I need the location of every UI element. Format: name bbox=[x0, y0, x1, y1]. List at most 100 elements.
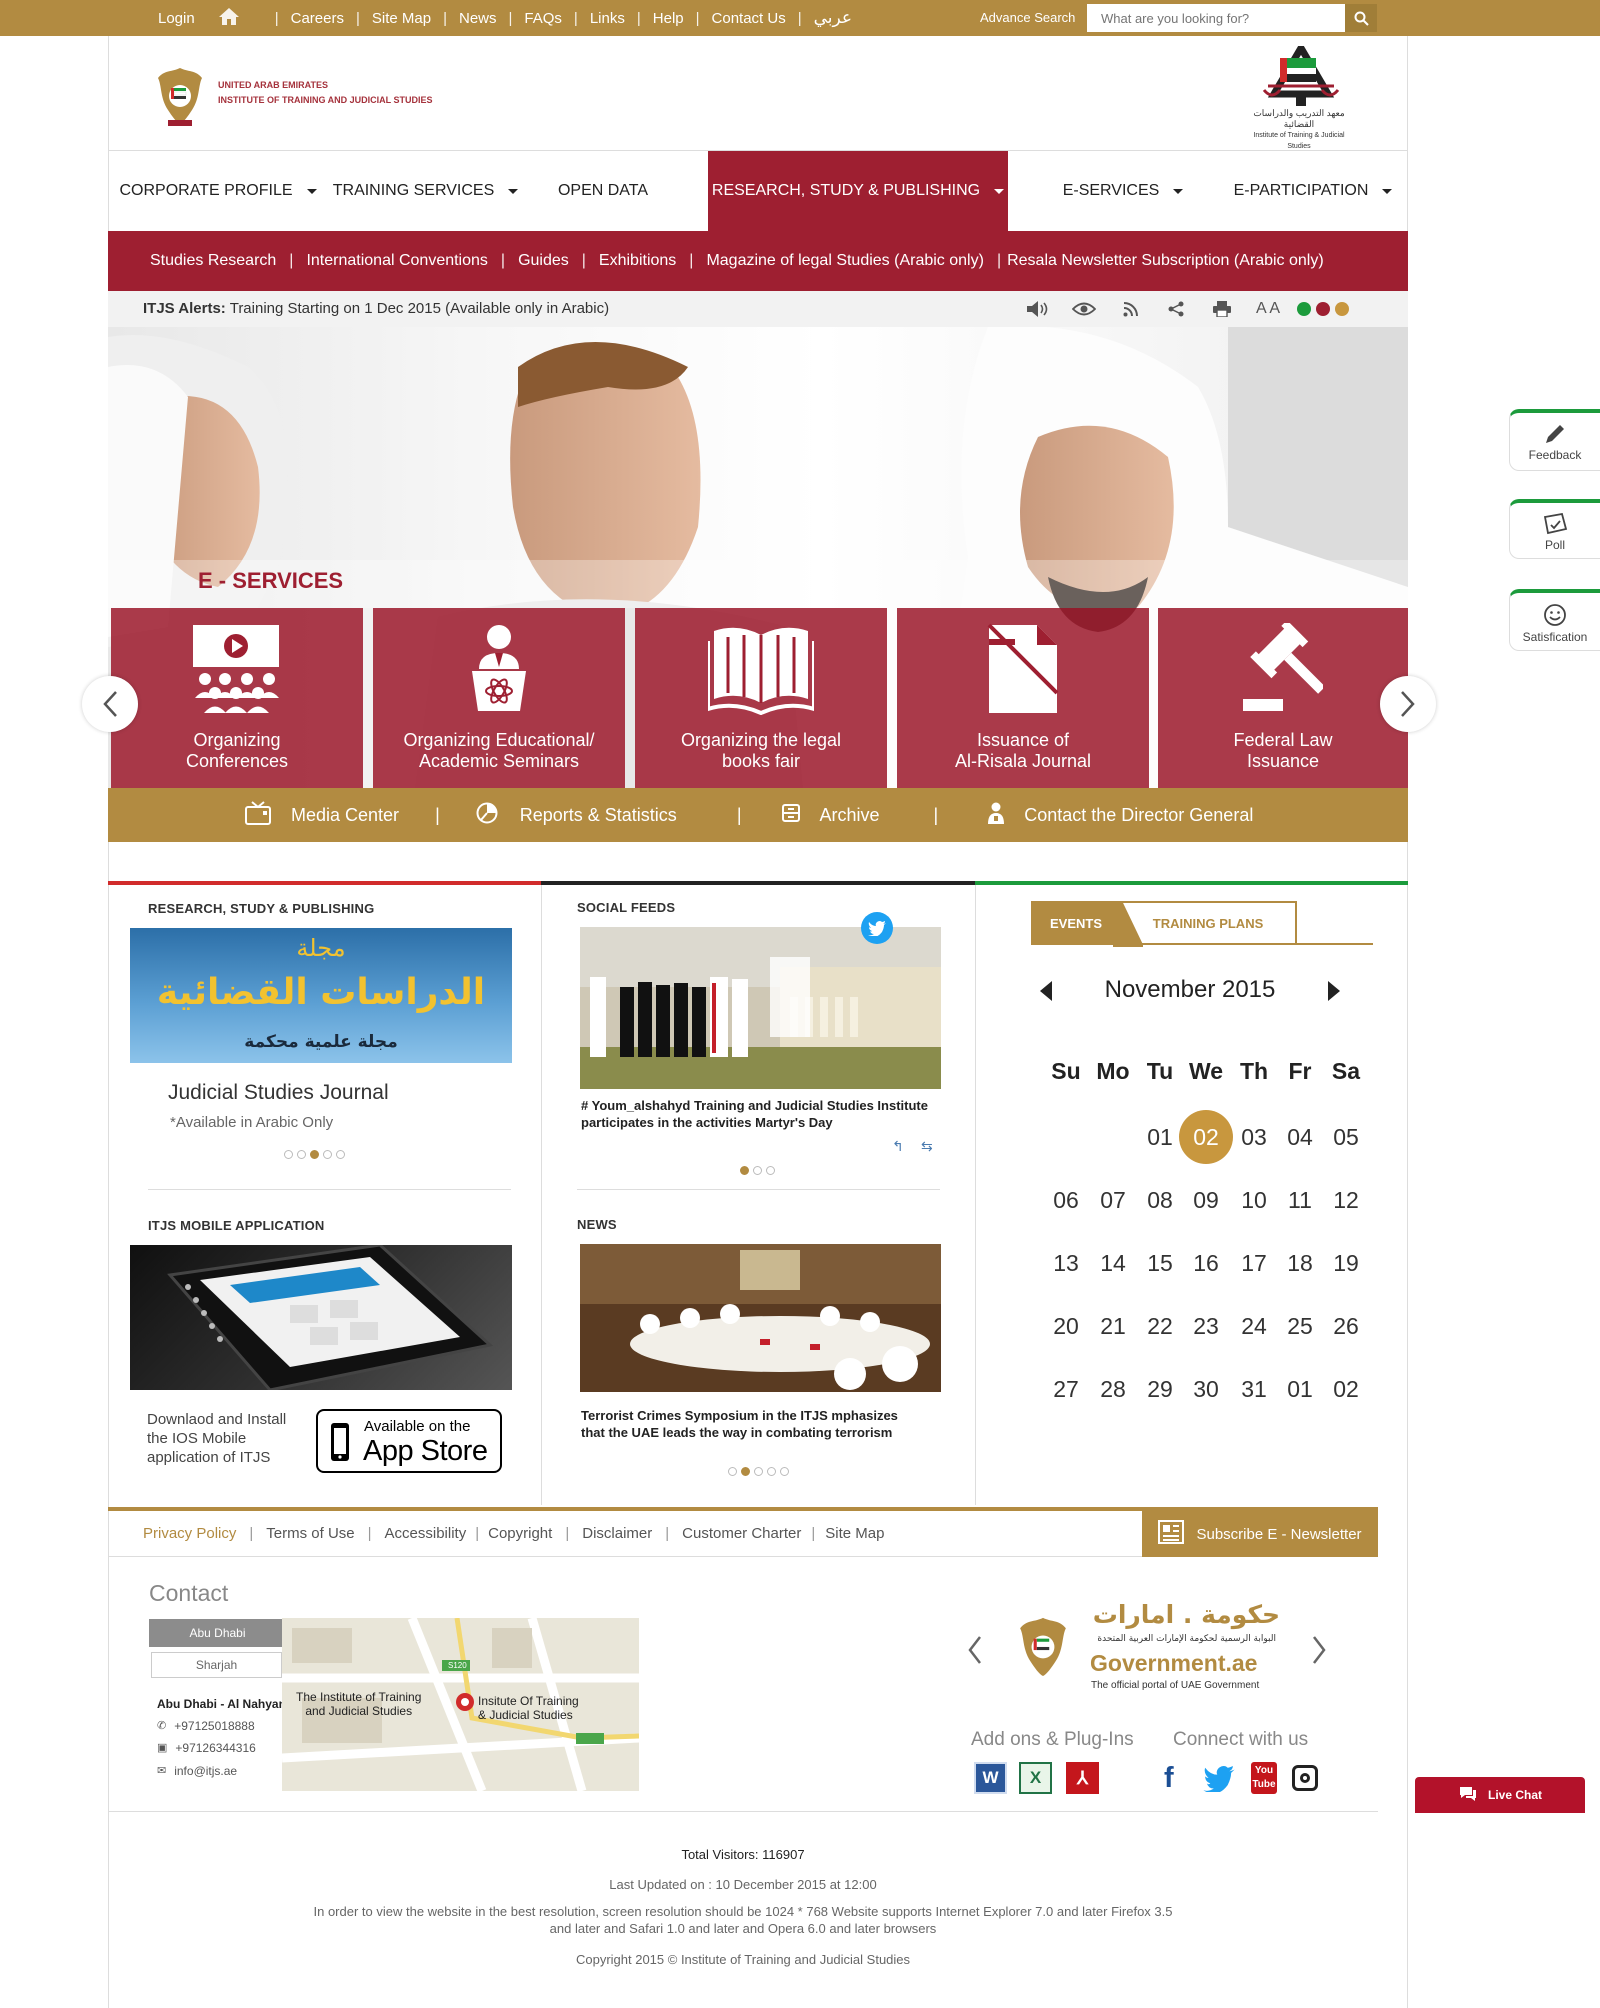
satisfaction-widget[interactable]: Satisfication bbox=[1509, 589, 1600, 651]
chevron-right-icon[interactable] bbox=[1380, 676, 1436, 732]
word-icon[interactable]: W bbox=[974, 1762, 1007, 1794]
pager-dot[interactable] bbox=[780, 1467, 789, 1476]
twitter-icon[interactable] bbox=[861, 912, 893, 944]
calendar-day[interactable]: 03 bbox=[1230, 1120, 1278, 1154]
tab-events[interactable]: EVENTS bbox=[1031, 901, 1121, 945]
subnav-exhibitions[interactable]: Exhibitions bbox=[599, 252, 676, 270]
archive-link[interactable]: Archive bbox=[781, 803, 880, 827]
poll-widget[interactable]: Poll bbox=[1509, 499, 1600, 559]
subnav-international-conventions[interactable]: International Conventions bbox=[306, 252, 487, 270]
calendar-day[interactable]: 10 bbox=[1230, 1183, 1278, 1217]
feedback-widget[interactable]: Feedback bbox=[1509, 409, 1600, 471]
email-address[interactable]: info@itjs.ae bbox=[174, 1764, 237, 1778]
calendar-day[interactable]: 26 bbox=[1322, 1309, 1370, 1343]
theme-gold-option[interactable] bbox=[1335, 302, 1349, 316]
nav-e-participation[interactable]: E-PARTICIPATION bbox=[1218, 151, 1408, 231]
phone-number[interactable]: +97125018888 bbox=[174, 1719, 254, 1733]
search-input[interactable] bbox=[1087, 4, 1345, 32]
subscribe-newsletter-button[interactable]: Subscribe E - Newsletter bbox=[1142, 1511, 1378, 1557]
uae-emblem-logo[interactable] bbox=[154, 64, 206, 130]
mobile-app-image[interactable] bbox=[130, 1245, 512, 1390]
pager-dot[interactable] bbox=[754, 1467, 763, 1476]
facebook-icon[interactable]: f bbox=[1164, 1762, 1186, 1794]
pdf-icon[interactable]: ⅄ bbox=[1066, 1762, 1099, 1794]
tile-al-risala-journal[interactable]: Issuance of Al-Risala Journal bbox=[897, 608, 1149, 788]
calendar-day[interactable]: 05 bbox=[1322, 1120, 1370, 1154]
theme-green-option[interactable] bbox=[1297, 302, 1311, 316]
tab-training-plans[interactable]: TRAINING PLANS bbox=[1121, 901, 1297, 945]
careers-link[interactable]: Careers bbox=[291, 10, 344, 27]
calendar-day[interactable]: 23 bbox=[1182, 1309, 1230, 1343]
theme-red-option[interactable] bbox=[1316, 302, 1330, 316]
font-size-toggle[interactable]: A A bbox=[1245, 300, 1291, 318]
pager-dot[interactable] bbox=[284, 1150, 293, 1159]
eye-icon[interactable] bbox=[1061, 302, 1107, 316]
pager-dot[interactable] bbox=[753, 1166, 762, 1175]
news-image[interactable] bbox=[580, 1244, 941, 1392]
pager-dot[interactable] bbox=[767, 1467, 776, 1476]
alert-ticker[interactable]: ITJS Alerts: Training Starting on 1 Dec … bbox=[143, 291, 609, 327]
advance-search-link[interactable]: Advance Search bbox=[980, 0, 1075, 36]
help-link[interactable]: Help bbox=[653, 10, 684, 27]
links-link[interactable]: Links bbox=[590, 10, 625, 27]
next-month-icon[interactable] bbox=[1328, 981, 1340, 1006]
pager-dot[interactable] bbox=[766, 1166, 775, 1175]
nav-e-services[interactable]: E-SERVICES bbox=[1028, 151, 1218, 231]
pager-dot[interactable] bbox=[336, 1150, 345, 1159]
calendar-day[interactable]: 25 bbox=[1276, 1309, 1324, 1343]
calendar-day[interactable]: 09 bbox=[1182, 1183, 1230, 1217]
print-icon[interactable] bbox=[1199, 301, 1245, 317]
gov-portal-english[interactable]: Government.ae bbox=[1090, 1650, 1257, 1677]
instagram-icon[interactable] bbox=[1292, 1765, 1318, 1791]
calendar-day[interactable]: 06 bbox=[1042, 1183, 1090, 1217]
calendar-day[interactable]: 02 bbox=[1322, 1372, 1370, 1406]
news-caption[interactable]: Terrorist Crimes Symposium in the ITJS m… bbox=[581, 1407, 921, 1441]
copyright-link[interactable]: Copyright bbox=[488, 1525, 552, 1542]
calendar-day[interactable]: 12 bbox=[1322, 1183, 1370, 1217]
tile-organizing-seminars[interactable]: Organizing Educational/ Academic Seminar… bbox=[373, 608, 625, 788]
home-icon[interactable] bbox=[218, 7, 239, 29]
privacy-policy-link[interactable]: Privacy Policy bbox=[143, 1525, 236, 1542]
calendar-day[interactable]: 31 bbox=[1230, 1372, 1278, 1406]
prev-month-icon[interactable] bbox=[1040, 981, 1052, 1006]
faqs-link[interactable]: FAQs bbox=[524, 10, 562, 27]
location-map[interactable]: S120 The Institute of Training and Judic… bbox=[282, 1618, 639, 1791]
retweet-icon[interactable]: ⇆ bbox=[921, 1138, 933, 1155]
search-icon[interactable] bbox=[1345, 4, 1377, 32]
pager-dot-active[interactable] bbox=[310, 1150, 319, 1159]
subnav-resala-newsletter[interactable]: Resala Newsletter Subscription (Arabic o… bbox=[1007, 252, 1324, 270]
calendar-day[interactable]: 16 bbox=[1182, 1246, 1230, 1280]
calendar-day[interactable]: 27 bbox=[1042, 1372, 1090, 1406]
gov-portal-arabic[interactable]: حكومة . امارات bbox=[1080, 1600, 1280, 1629]
disclaimer-link[interactable]: Disclaimer bbox=[582, 1525, 652, 1542]
reply-icon[interactable]: ↰ bbox=[892, 1138, 904, 1155]
calendar-day[interactable]: 13 bbox=[1042, 1246, 1090, 1280]
terms-link[interactable]: Terms of Use bbox=[266, 1525, 354, 1542]
tile-federal-law-issuance[interactable]: Federal Law Issuance bbox=[1158, 608, 1408, 788]
pager-dot[interactable] bbox=[323, 1150, 332, 1159]
journal-title[interactable]: Judicial Studies Journal bbox=[168, 1081, 389, 1105]
sitemap-link[interactable]: Site Map bbox=[372, 10, 431, 27]
next-portal-icon[interactable] bbox=[1312, 1635, 1326, 1670]
arabic-language-link[interactable]: عربي bbox=[814, 8, 852, 28]
calendar-day[interactable]: 15 bbox=[1136, 1246, 1184, 1280]
calendar-day[interactable]: 14 bbox=[1089, 1246, 1137, 1280]
pager-dot[interactable] bbox=[728, 1467, 737, 1476]
subnav-studies-research[interactable]: Studies Research bbox=[150, 252, 276, 270]
tab-sharjah[interactable]: Sharjah bbox=[151, 1652, 282, 1678]
pager-dot[interactable] bbox=[297, 1150, 306, 1159]
speaker-icon[interactable] bbox=[1015, 301, 1061, 317]
subnav-guides[interactable]: Guides bbox=[518, 252, 569, 270]
prev-portal-icon[interactable] bbox=[968, 1635, 982, 1670]
news-link[interactable]: News bbox=[459, 10, 497, 27]
app-store-badge[interactable]: Available on the App Store bbox=[316, 1409, 502, 1473]
reports-statistics-link[interactable]: Reports & Statistics bbox=[476, 802, 677, 829]
social-feed-image[interactable] bbox=[580, 927, 941, 1089]
calendar-day[interactable]: 08 bbox=[1136, 1183, 1184, 1217]
share-icon[interactable] bbox=[1153, 301, 1199, 317]
calendar-day[interactable]: 20 bbox=[1042, 1309, 1090, 1343]
chevron-left-icon[interactable] bbox=[82, 676, 138, 732]
calendar-day[interactable]: 22 bbox=[1136, 1309, 1184, 1343]
calendar-day[interactable]: 28 bbox=[1089, 1372, 1137, 1406]
calendar-day[interactable]: 18 bbox=[1276, 1246, 1324, 1280]
